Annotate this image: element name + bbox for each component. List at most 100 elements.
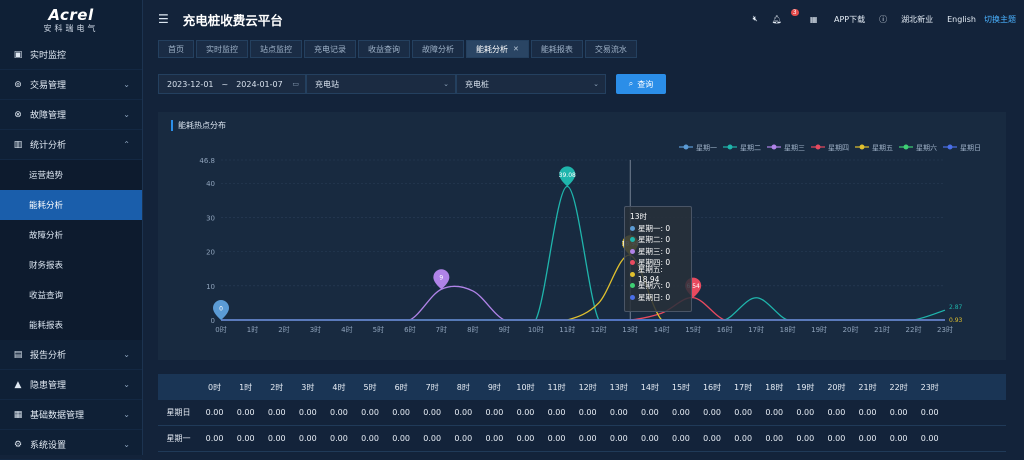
sidebar-item[interactable]: ⚙ 系统设置 ⌄ — [0, 430, 142, 460]
tab[interactable]: 实时监控 — [196, 40, 248, 58]
tab[interactable]: 能耗报表 — [530, 40, 583, 58]
sidebar-item-label: 故障管理 — [30, 111, 67, 121]
end-label: 0.93 — [949, 317, 963, 324]
table-cell: 0.00 — [361, 408, 379, 417]
table-cell: 0.00 — [640, 434, 659, 443]
table-cell: 0.00 — [236, 434, 255, 443]
sidebar-subitem[interactable]: 收益查询 — [0, 280, 142, 310]
chart-tooltip: 13时 星期一: 0 星期二: 0 星期三: 0 星期四: 0 星期五: 18.94 星期六… — [624, 206, 692, 312]
sidebar-item-label: 报告分析 — [30, 351, 67, 361]
bell-icon[interactable]: 🔔︎ 3 — [772, 8, 799, 24]
legend-dot — [683, 144, 689, 150]
chevron-icon: ⌄ — [123, 350, 130, 359]
table-header-cell: 22时 — [889, 382, 908, 392]
table-header-cell: 23时 — [920, 382, 939, 392]
energy-table: 0时 1时 2时 3时 4时 5时 6时 7时 8时 9时 10时 11时 12时 13时 14时 15时 16… — [158, 374, 1006, 455]
table-cell: 0.00 — [267, 408, 286, 417]
x-tick-label: 6时 — [404, 325, 415, 334]
table-header-cell: 7时 — [425, 382, 439, 392]
sidebar-item[interactable]: ▥ 统计分析 ⌃ — [0, 130, 142, 160]
table-cell: 0.00 — [205, 408, 224, 417]
table-cell: 0.00 — [547, 408, 566, 417]
series-line — [220, 185, 946, 321]
table-cell: 0.00 — [827, 408, 846, 417]
sidebar-item[interactable]: ▲ 隐患管理 ⌄ — [0, 370, 142, 400]
sidebar-subitem[interactable]: 运营趋势 — [0, 160, 142, 190]
filter-bar: 2023-12-01 ~ 2024-01-07 ▭ 充电站 ⌄ 充电桩 ⌄ ⌕ … — [158, 74, 666, 94]
sidebar-item[interactable]: ⊚ 交易管理 ⌄ — [0, 70, 142, 100]
sidebar-subitem[interactable]: 财务报表 — [0, 250, 142, 280]
station-select[interactable]: 充电站 ⌄ — [306, 74, 456, 94]
marker-label: 39.08 — [559, 172, 576, 179]
scrollbar[interactable] — [1007, 60, 1024, 455]
table-cell: 0.00 — [889, 434, 908, 443]
sidebar-item[interactable]: ▤ 报告分析 ⌄ — [0, 340, 142, 370]
close-icon[interactable]: ✕ — [513, 45, 519, 53]
question-icon[interactable]: ⓘ — [879, 14, 887, 25]
sidebar-subitem[interactable]: 能耗报表 — [0, 310, 142, 340]
volume-mute-icon[interactable]: 🔇︎ — [753, 14, 758, 24]
date-range-picker[interactable]: 2023-12-01 ~ 2024-01-07 ▭ — [158, 74, 306, 94]
tab[interactable]: 充电记录 — [304, 40, 356, 58]
tab[interactable]: 交易流水 — [584, 40, 637, 58]
table-cell: 0.00 — [734, 434, 753, 443]
table-cell: 0.00 — [516, 408, 535, 417]
y-tick-label: 10 — [206, 283, 215, 291]
legend-label: 星期三 — [784, 144, 805, 152]
x-tick-label: 9时 — [499, 325, 510, 334]
tab-label: 实时监控 — [206, 44, 238, 54]
sidebar-item[interactable]: ⊗ 故障管理 ⌄ — [0, 100, 142, 130]
y-tick-label: 20 — [206, 249, 215, 257]
app-title: 充电桩收费云平台 — [182, 12, 283, 28]
tooltip-dot — [630, 294, 635, 300]
tab-label: 站点监控 — [260, 44, 292, 54]
sidebar-item-label: 交易管理 — [30, 81, 67, 91]
sidebar-subitem[interactable]: 故障分析 — [0, 220, 142, 250]
sidebar-item[interactable]: ▦ 基础数据管理 ⌄ — [0, 400, 142, 430]
table-cell: 0.00 — [330, 408, 348, 417]
tooltip-title: 13时 — [630, 212, 648, 222]
x-tick-label: 18时 — [780, 325, 796, 334]
table-header-cell: 17时 — [734, 382, 753, 392]
table-cell: 0.00 — [920, 434, 939, 443]
x-tick-label: 10时 — [528, 325, 544, 334]
switch-theme-link[interactable]: 切换主题 — [984, 14, 1016, 25]
table-header-cell: 9时 — [487, 382, 501, 392]
tab[interactable]: 首页 — [158, 40, 194, 58]
x-tick-label: 15时 — [685, 325, 701, 334]
logo: Acrel 安科瑞电气 — [0, 0, 142, 40]
x-tick-label: 1时 — [247, 325, 258, 334]
tab[interactable]: 能耗分析 ✕ — [466, 40, 529, 58]
pile-select[interactable]: 充电桩 ⌄ — [456, 74, 606, 94]
table-header-cell: 18时 — [765, 382, 784, 392]
tab-bar: 首页 实时监控 站点监控 充电记录 收益查询 故障分析 能耗分析 ✕ 能耗报表 交易流水 — [158, 40, 639, 58]
chevron-icon: ⌄ — [123, 380, 130, 389]
language-link[interactable]: English — [947, 15, 976, 24]
location-label[interactable]: 湖北新业 — [901, 14, 933, 25]
tab-label: 能耗报表 — [540, 44, 573, 54]
tab[interactable]: 站点监控 — [250, 40, 302, 58]
tooltip-row-label: 星期二: 0 — [638, 235, 671, 245]
energy-heat-chart[interactable]: 0 10 20 30 40 46.8 0时 1时 2时 3时 4时 5时 6时 7时 8时 9时 10时 11时 1… — [158, 112, 1006, 360]
table-cell: 0.00 — [454, 434, 473, 443]
app-download-link[interactable]: ▦ APP下载 — [796, 14, 865, 25]
tooltip-dot — [630, 283, 635, 289]
chevron-icon: ⌄ — [123, 80, 130, 89]
table-cell: 0.00 — [765, 434, 784, 443]
legend-label: 星期一 — [696, 144, 717, 152]
tab[interactable]: 故障分析 — [412, 40, 464, 58]
fault-icon: ⊗ — [14, 109, 22, 120]
sidebar-subitem[interactable]: 能耗分析 — [0, 190, 142, 220]
y-tick-label: 0 — [211, 317, 215, 325]
tooltip-row-label: 星期六: 0 — [638, 281, 671, 291]
table-cell: 0.00 — [267, 434, 286, 443]
tab[interactable]: 收益查询 — [358, 40, 410, 58]
date-separator: ~ — [221, 79, 229, 89]
search-icon: ⌕ — [628, 79, 634, 88]
query-button[interactable]: ⌕ 查询 — [616, 74, 666, 94]
menu-toggle-icon[interactable]: ☰ — [158, 12, 169, 26]
table-cell: 0.00 — [330, 434, 348, 443]
table-cell: 0.00 — [640, 408, 659, 417]
sidebar-item[interactable]: ▣ 实时监控 — [0, 40, 142, 70]
table-cell: 0.00 — [920, 408, 939, 417]
